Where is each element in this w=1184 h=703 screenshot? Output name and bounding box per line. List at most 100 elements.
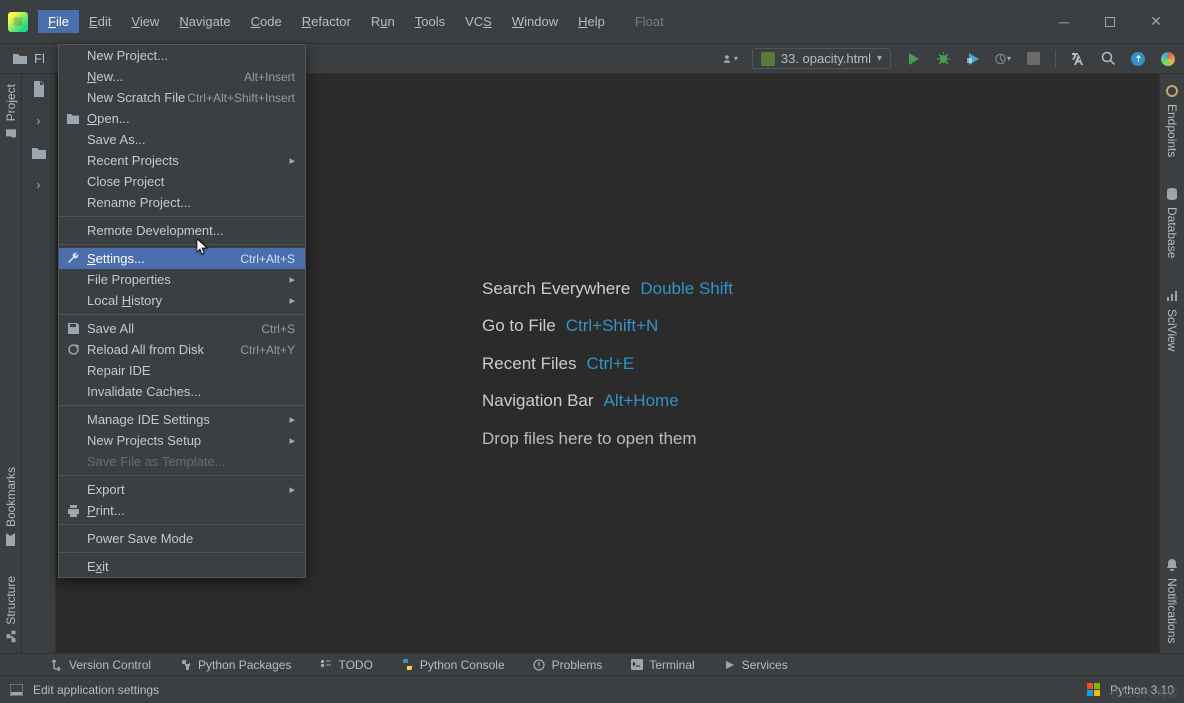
menu-new-projects-setup[interactable]: New Projects Setup▸ [59,430,305,451]
left-tool-strip: Project Bookmarks Structure [0,74,22,653]
menu-save-template: Save File as Template... [59,451,305,472]
welcome-shortcut: Ctrl+E [587,345,635,382]
tool-sciview[interactable]: SciView [1165,289,1179,351]
menu-file-properties[interactable]: File Properties▸ [59,269,305,290]
tool-problems[interactable]: Problems [533,658,603,672]
tree-folder-icon[interactable] [30,144,48,162]
welcome-shortcut: Alt+Home [604,382,679,419]
menu-exit[interactable]: Exit [59,556,305,577]
translate-icon[interactable] [1070,51,1086,67]
menu-repair-ide[interactable]: Repair IDE [59,360,305,381]
menu-tools[interactable]: Tools [405,10,455,33]
welcome-label: Navigation Bar [482,382,594,419]
sync-icon[interactable] [1130,51,1146,67]
menu-help[interactable]: Help [568,10,615,33]
menu-print[interactable]: Print... [59,500,305,521]
menu-manage-ide-settings[interactable]: Manage IDE Settings▸ [59,409,305,430]
menu-view[interactable]: View [121,10,169,33]
chevron-down-icon: ▾ [877,53,882,64]
tool-version-control[interactable]: Version Control [50,658,151,672]
menu-code[interactable]: Code [241,10,292,33]
menu-remote-development[interactable]: Remote Development... [59,220,305,241]
menubar: File Edit View Navigate Code Refactor Ru… [0,0,1184,44]
run-config-label: 33. opacity.html [781,51,871,66]
bottom-tool-bar: Version Control Python Packages TODO Pyt… [0,653,1184,675]
stop-button[interactable] [1025,51,1041,67]
menu-file[interactable]: File [38,10,79,33]
tool-services[interactable]: Services [723,658,788,672]
welcome-label: Recent Files [482,345,576,382]
window-controls: ─ ✕ [1058,16,1176,28]
welcome-label: Search Everywhere [482,270,630,307]
menu-new-project[interactable]: New Project... [59,45,305,66]
ms-logo-icon [1087,683,1100,696]
menu-invalidate-caches[interactable]: Invalidate Caches... [59,381,305,402]
tool-structure[interactable]: Structure [4,576,18,643]
file-menu-dropdown: New Project... New...Alt+Insert New Scra… [58,44,306,578]
tool-bookmarks[interactable]: Bookmarks [4,467,18,546]
menu-recent-projects[interactable]: Recent Projects▸ [59,150,305,171]
tool-window-toggle-icon[interactable] [10,683,23,696]
menu-window[interactable]: Window [502,10,568,33]
menu-save-as[interactable]: Save As... [59,129,305,150]
status-message: Edit application settings [33,683,159,697]
save-icon [65,321,81,337]
menu-settings[interactable]: Settings...Ctrl+Alt+S [59,248,305,269]
menu-new-scratch[interactable]: New Scratch FileCtrl+Alt+Shift+Insert [59,87,305,108]
menu-open[interactable]: Open... [59,108,305,129]
right-tool-strip: Endpoints Database SciView Notifications [1160,74,1184,653]
app-icon [8,12,28,32]
run-button[interactable] [905,51,921,67]
tool-database[interactable]: Database [1165,187,1179,258]
toolbox-icon[interactable] [1160,51,1176,67]
menu-navigate[interactable]: Navigate [169,10,240,33]
welcome-shortcut: Ctrl+Shift+N [566,307,659,344]
menu-export[interactable]: Export▸ [59,479,305,500]
welcome-shortcut: Double Shift [640,270,733,307]
tool-python-packages[interactable]: Python Packages [179,658,291,672]
tool-todo[interactable]: TODO [319,658,372,672]
menu-power-save[interactable]: Power Save Mode [59,528,305,549]
ide-window: File Edit View Navigate Code Refactor Ru… [0,0,1184,703]
tree-expand-2[interactable]: › [30,176,48,194]
watermark: @51CTO博客 [1110,685,1178,701]
status-bar: Edit application settings Python 3.10 [0,675,1184,703]
run-configuration-selector[interactable]: 33. opacity.html ▾ [752,48,891,69]
html-file-icon [761,52,775,66]
print-icon [65,503,81,519]
maximize-button[interactable] [1104,16,1116,28]
search-icon[interactable] [1100,51,1116,67]
project-tree-collapsed: › › [22,74,56,653]
folder-open-icon [65,111,81,127]
welcome-label: Go to File [482,307,556,344]
close-button[interactable]: ✕ [1150,16,1162,28]
menu-save-all[interactable]: Save AllCtrl+S [59,318,305,339]
tool-python-console[interactable]: Python Console [401,658,505,672]
welcome-drop-hint: Drop files here to open them [482,420,697,457]
debug-button[interactable] [935,51,951,67]
tool-project[interactable]: Project [4,84,18,139]
tree-expand-1[interactable]: › [30,112,48,130]
menu-run[interactable]: Run [361,10,405,33]
menu-rename-project[interactable]: Rename Project... [59,192,305,213]
menu-close-project[interactable]: Close Project [59,171,305,192]
menu-edit[interactable]: Edit [79,10,121,33]
user-icon[interactable]: ▾ [722,51,738,67]
breadcrumb[interactable]: Fl [34,51,45,66]
profiler-button[interactable]: ▾ [995,51,1011,67]
menu-local-history[interactable]: Local History▸ [59,290,305,311]
breadcrumb-folder-icon [12,52,28,66]
tool-notifications[interactable]: Notifications [1165,558,1179,643]
menu-new[interactable]: New...Alt+Insert [59,66,305,87]
menu-refactor[interactable]: Refactor [292,10,361,33]
reload-icon [65,342,81,358]
menu-reload-disk[interactable]: Reload All from DiskCtrl+Alt+Y [59,339,305,360]
menu-vcs[interactable]: VCS [455,10,502,33]
coverage-button[interactable] [965,51,981,67]
tree-file-icon[interactable] [30,80,48,98]
wrench-icon [65,251,81,267]
minimize-button[interactable]: ─ [1058,16,1070,28]
tool-terminal[interactable]: Terminal [630,658,694,672]
tool-endpoints[interactable]: Endpoints [1165,84,1179,157]
window-title-extra: Float [615,14,684,29]
